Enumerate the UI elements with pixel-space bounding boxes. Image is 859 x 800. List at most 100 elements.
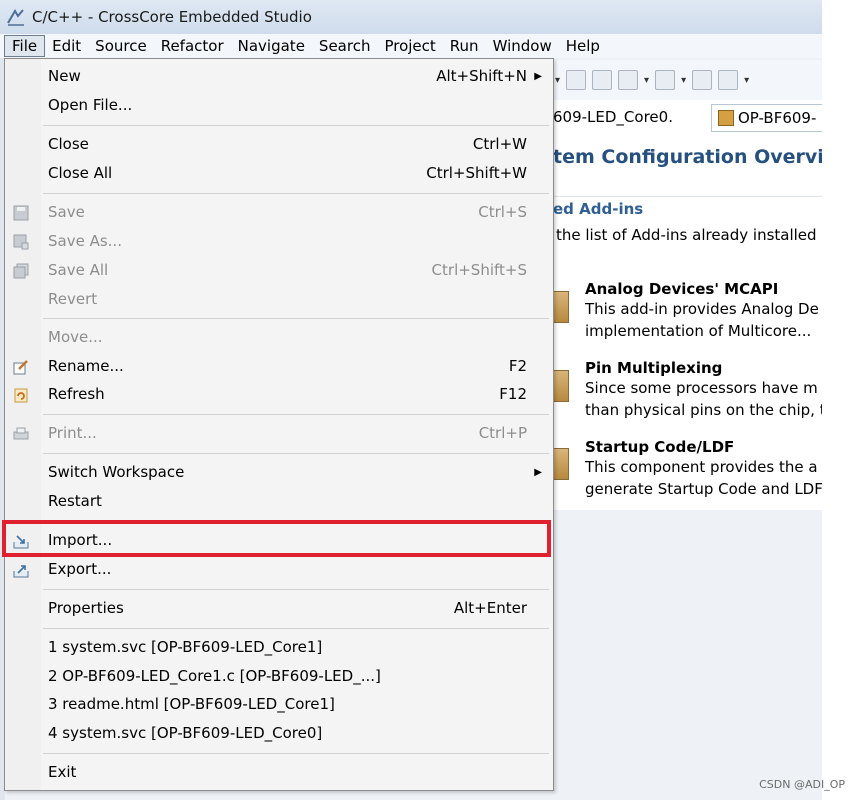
menu-item-shortcut: Alt+Shift+N <box>436 67 527 85</box>
menu-item-close[interactable]: Close Ctrl+W <box>5 130 553 159</box>
menu-help[interactable]: Help <box>559 35 607 57</box>
menu-item-close-all[interactable]: Close All Ctrl+Shift+W <box>5 159 553 188</box>
menu-item-label: 3 readme.html [OP-BF609-LED_Core1] <box>48 695 335 713</box>
window-title: C/C++ - CrossCore Embedded Studio <box>32 8 312 26</box>
menu-item-label: 1 system.svc [OP-BF609-LED_Core1] <box>48 638 323 656</box>
addin-package-icon <box>553 448 569 480</box>
menu-item-export[interactable]: Export... <box>5 555 553 584</box>
menu-item-move[interactable]: Move... <box>5 323 553 352</box>
addin-desc-line: implementation of Multicore... <box>585 322 812 340</box>
submenu-arrow-icon: ▶ <box>534 467 542 478</box>
menu-separator <box>43 318 549 319</box>
menu-run[interactable]: Run <box>443 35 486 57</box>
menu-item-label: Restart <box>48 492 102 510</box>
menu-file[interactable]: File <box>4 35 46 57</box>
menu-item-new[interactable]: New Alt+Shift+N ▶ <box>5 62 553 91</box>
print-icon <box>13 427 29 440</box>
menu-item-label: Switch Workspace <box>48 463 185 481</box>
submenu-arrow-icon: ▶ <box>534 71 542 82</box>
overview-title: tem Configuration Overview <box>553 146 822 168</box>
menu-item-shortcut: Ctrl+Shift+W <box>426 164 527 182</box>
menu-item-recent-file[interactable]: 3 readme.html [OP-BF609-LED_Core1] <box>5 690 553 719</box>
menu-item-shortcut: Ctrl+Shift+S <box>431 261 527 279</box>
menu-separator <box>43 589 549 590</box>
menu-item-print[interactable]: Print... Ctrl+P <box>5 419 553 448</box>
dropdown-arrow-icon[interactable]: ▾ <box>681 75 686 86</box>
menu-edit[interactable]: Edit <box>45 35 88 57</box>
menu-item-label: 2 OP-BF609-LED_Core1.c [OP-BF609-LED_...… <box>48 667 381 685</box>
menu-item-label: Properties <box>48 599 124 617</box>
back-icon[interactable] <box>718 70 739 90</box>
addin-pin-multiplexing[interactable]: Pin Multiplexing Since some processors h… <box>585 359 822 421</box>
menu-separator <box>43 193 549 194</box>
menu-separator <box>43 628 549 629</box>
menu-item-save-all[interactable]: Save All Ctrl+Shift+S <box>5 256 553 285</box>
menu-item-refresh[interactable]: Refresh F12 <box>5 380 553 409</box>
menu-navigate[interactable]: Navigate <box>231 35 312 57</box>
addin-desc-line: generate Startup Code and LDF <box>585 480 822 498</box>
config-file-icon <box>718 110 734 126</box>
menu-bar: File Edit Source Refactor Navigate Searc… <box>0 34 822 58</box>
menu-item-rename[interactable]: Rename... F2 <box>5 352 553 381</box>
menu-item-label: New <box>48 67 81 85</box>
menu-source[interactable]: Source <box>88 35 154 57</box>
save-as-icon <box>13 234 29 250</box>
addin-title: Startup Code/LDF <box>585 438 735 456</box>
save-icon <box>13 205 29 221</box>
menu-window[interactable]: Window <box>486 35 559 57</box>
menu-item-properties[interactable]: Properties Alt+Enter <box>5 594 553 623</box>
editor-tabs: 609-LED_Core0. OP-BF609- <box>553 100 822 137</box>
next-annotation-icon[interactable] <box>618 70 639 90</box>
menu-item-shortcut: Ctrl+P <box>478 424 527 442</box>
menu-item-exit[interactable]: Exit <box>5 758 553 787</box>
menu-separator <box>43 414 549 415</box>
menu-item-revert[interactable]: Revert <box>5 285 553 314</box>
addin-desc-line: than physical pins on the chip, t <box>585 401 822 419</box>
editor-tab-label: OP-BF609- <box>738 109 817 127</box>
menu-item-recent-file[interactable]: 4 system.svc [OP-BF609-LED_Core0] <box>5 719 553 748</box>
menu-separator <box>43 753 549 754</box>
addin-desc-line: Since some processors have m <box>585 379 818 397</box>
menu-item-label: Refresh <box>48 385 105 403</box>
menu-refactor[interactable]: Refactor <box>154 35 231 57</box>
section-divider <box>553 196 822 197</box>
menu-item-label: Revert <box>48 290 98 308</box>
addin-startup-code[interactable]: Startup Code/LDF This component provides… <box>585 438 822 500</box>
menu-item-open-file[interactable]: Open File... <box>5 91 553 120</box>
menu-item-save[interactable]: Save Ctrl+S <box>5 198 553 227</box>
dropdown-arrow-icon[interactable]: ▾ <box>744 75 749 86</box>
dropdown-arrow-icon[interactable]: ▾ <box>644 75 649 86</box>
addin-desc-line: This add-in provides Analog De <box>585 300 819 318</box>
menu-item-save-as[interactable]: Save As... <box>5 227 553 256</box>
toolbar-button-icon[interactable] <box>566 70 587 90</box>
addin-desc-line: This component provides the a <box>585 458 818 476</box>
dropdown-arrow-icon[interactable]: ▾ <box>555 75 560 86</box>
import-highlight-box <box>2 520 551 557</box>
watermark: CSDN @ADI_OP <box>759 778 845 791</box>
show-whitespace-icon[interactable] <box>592 70 613 90</box>
menu-search[interactable]: Search <box>312 35 378 57</box>
menu-item-shortcut: Alt+Enter <box>453 599 527 617</box>
menu-project[interactable]: Project <box>377 35 442 57</box>
editor-tab-system[interactable]: OP-BF609- <box>711 104 822 132</box>
app-logo-icon <box>7 9 24 26</box>
menu-item-recent-file[interactable]: 1 system.svc [OP-BF609-LED_Core1] <box>5 633 553 662</box>
prev-annotation-icon[interactable] <box>655 70 676 90</box>
menu-item-label: Close <box>48 135 89 153</box>
toolbar: ▾ ▾ ▾ ▾ <box>553 60 822 100</box>
addin-package-icon <box>553 291 569 323</box>
menu-item-recent-file[interactable]: 2 OP-BF609-LED_Core1.c [OP-BF609-LED_...… <box>5 662 553 691</box>
menu-separator <box>43 125 549 126</box>
menu-item-switch-workspace[interactable]: Switch Workspace ▶ <box>5 458 553 487</box>
menu-item-shortcut: F2 <box>508 357 527 375</box>
last-edit-icon[interactable] <box>692 70 713 90</box>
menu-item-label: Export... <box>48 560 112 578</box>
export-icon <box>13 565 29 578</box>
addin-mcapi[interactable]: Analog Devices' MCAPI This add-in provid… <box>585 280 819 342</box>
menu-item-label: Print... <box>48 424 97 442</box>
editor-tab-core0[interactable]: 609-LED_Core0. <box>553 108 673 126</box>
section-title: ed Add-ins <box>553 200 644 218</box>
menu-item-restart[interactable]: Restart <box>5 487 553 516</box>
ide-window: C/C++ - CrossCore Embedded Studio File E… <box>0 0 822 800</box>
menu-item-label: Close All <box>48 164 113 182</box>
